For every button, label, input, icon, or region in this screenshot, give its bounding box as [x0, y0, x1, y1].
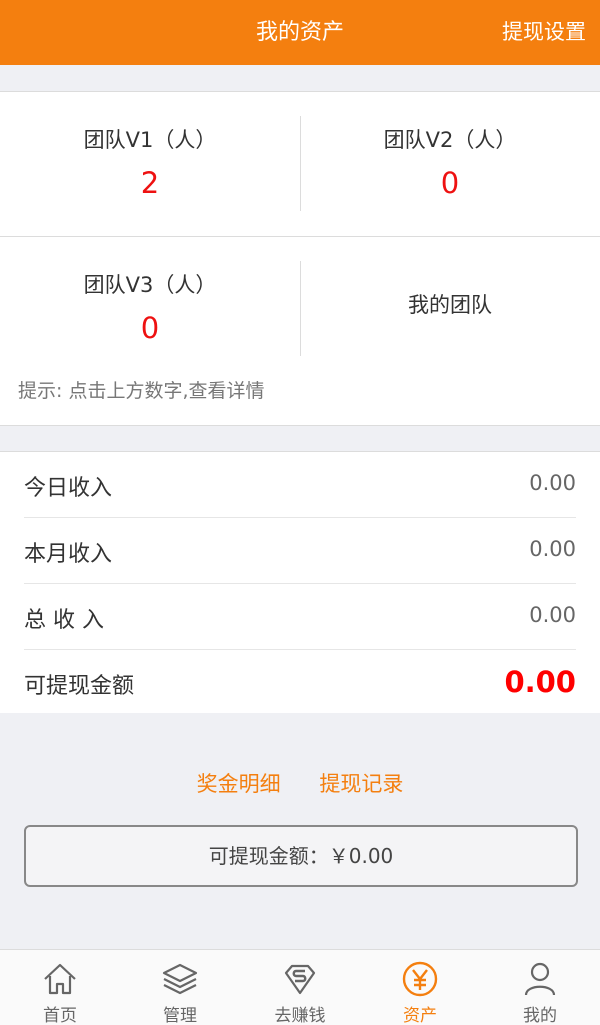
user-icon — [524, 962, 556, 996]
today-income-row: 今日收入 0.00 — [24, 452, 576, 518]
team-row-2: 团队V3（人） 0 我的团队 — [0, 237, 600, 367]
tab-manage-label: 管理 — [163, 1006, 197, 1025]
team-card: 团队V1（人） 2 团队V2（人） 0 团队V3（人） 0 我的团队 提示: 点… — [0, 91, 600, 426]
detail-links: 奖金明细 提现记录 — [0, 768, 600, 798]
hint-text: 提示: 点击上方数字,查看详情 — [18, 380, 265, 402]
team-v2-label: 团队V2（人） — [383, 128, 517, 152]
tab-mine-label: 我的 — [523, 1006, 557, 1025]
withdrawable-row: 可提现金额 0.00 — [24, 650, 576, 716]
team-row-1: 团队V1（人） 2 团队V2（人） 0 — [0, 92, 600, 237]
app-header: 我的资产 提现设置 — [0, 0, 600, 65]
my-team-button[interactable]: 我的团队 — [300, 237, 600, 367]
tab-earn-label: 去赚钱 — [274, 1006, 326, 1025]
total-income-label: 总 收 入 — [24, 608, 104, 633]
team-v3-count[interactable]: 0 — [0, 311, 300, 345]
withdraw-settings-button[interactable]: 提现设置 — [502, 0, 586, 65]
tab-assets[interactable]: 资产 — [360, 950, 480, 1025]
team-v1-count[interactable]: 2 — [0, 166, 300, 200]
withdraw-record-link[interactable]: 提现记录 — [319, 768, 403, 798]
income-card: 今日收入 0.00 本月收入 0.00 总 收 入 0.00 可提现金额 0.0… — [0, 451, 600, 713]
yuan-icon — [402, 961, 438, 997]
tab-assets-label: 资产 — [403, 1006, 437, 1025]
tab-earn[interactable]: 去赚钱 — [240, 950, 360, 1025]
bottom-tabbar: 首页 管理 去赚钱 资产 我的 — [0, 949, 600, 1025]
home-icon — [44, 963, 76, 995]
month-income-label: 本月收入 — [24, 542, 113, 567]
superman-icon — [284, 964, 316, 995]
withdraw-button[interactable]: 可提现金额：￥0.00 — [24, 825, 578, 887]
today-income-label: 今日收入 — [24, 476, 113, 501]
month-income-value: 0.00 — [529, 537, 576, 561]
withdrawable-label: 可提现金额 — [24, 674, 135, 699]
team-v1-cell[interactable]: 团队V1（人） 2 — [0, 92, 300, 236]
tab-mine[interactable]: 我的 — [480, 950, 600, 1025]
team-v2-count[interactable]: 0 — [300, 166, 600, 200]
tab-home-label: 首页 — [43, 1006, 77, 1025]
team-v2-cell[interactable]: 团队V2（人） 0 — [300, 92, 600, 236]
today-income-value: 0.00 — [529, 471, 576, 495]
tab-home[interactable]: 首页 — [0, 950, 120, 1025]
layers-icon — [162, 963, 198, 995]
withdrawable-value: 0.00 — [504, 665, 576, 699]
total-income-row: 总 收 入 0.00 — [24, 584, 576, 650]
team-v3-label: 团队V3（人） — [83, 273, 217, 297]
total-income-value: 0.00 — [529, 603, 576, 627]
month-income-row: 本月收入 0.00 — [24, 518, 576, 584]
tab-manage[interactable]: 管理 — [120, 950, 240, 1025]
team-v1-label: 团队V1（人） — [83, 128, 217, 152]
my-team-label: 我的团队 — [408, 293, 492, 317]
bonus-detail-link[interactable]: 奖金明细 — [197, 768, 281, 798]
team-v3-cell[interactable]: 团队V3（人） 0 — [0, 237, 300, 367]
